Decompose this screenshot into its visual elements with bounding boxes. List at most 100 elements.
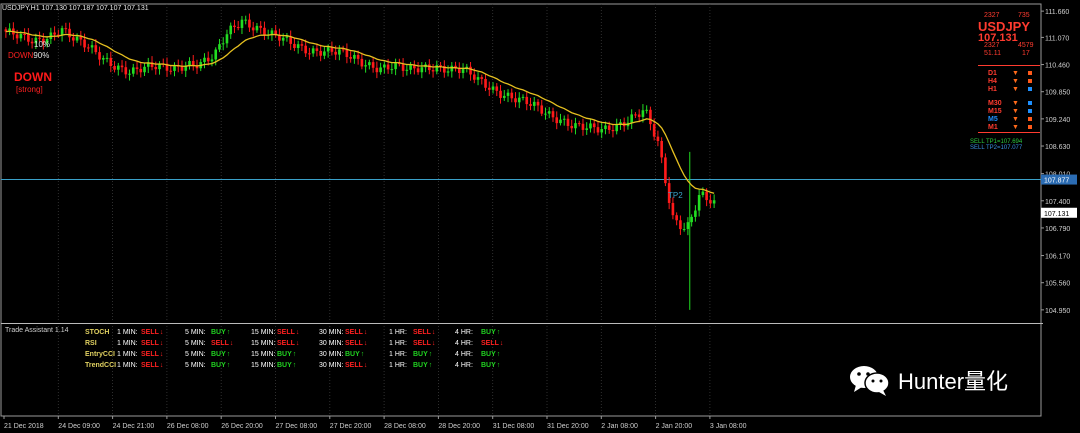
timeframe-label: 1 MIN: (117, 362, 138, 369)
signal-summary: 2327 735 USDJPY 107.131 2327 4579 51.11 … (970, 12, 1040, 151)
down-arrow-icon: ↓ (295, 340, 300, 347)
watermark: Hunter量化 (848, 360, 1048, 400)
tf-row-h1: H1 ▼ (988, 86, 1040, 94)
candle-body (664, 157, 667, 184)
signal-buy: BUY↑ (481, 362, 501, 369)
mid-num-left: 2327 (984, 42, 1000, 49)
timeframe-label: 15 MIN: (251, 362, 276, 369)
candle-body (630, 114, 633, 123)
sell-tp2: SELL TP2=107.077 (970, 145, 1023, 151)
y-tick-label: 109.240 (1045, 117, 1070, 124)
tp-label: TP2 (668, 191, 683, 200)
candle-body (116, 65, 120, 70)
candle-body (547, 111, 551, 114)
candle-body (679, 220, 682, 230)
candle-body (323, 51, 326, 56)
candle-body (221, 43, 225, 45)
down-arrow-icon: ↓ (159, 362, 164, 369)
down-arrow-icon: ▼ (1012, 108, 1019, 115)
candle-body (705, 191, 708, 201)
tf-row-m30: M30 ▼ (988, 100, 1040, 108)
timeframe-label: 4 HR: (455, 351, 473, 358)
up-arrow-icon: ↑ (226, 351, 231, 358)
tf-row-d1: D1 ▼ (988, 70, 1040, 78)
timeframe-label: 1 MIN: (117, 340, 138, 347)
tf-status-box (1028, 117, 1032, 121)
candle-body (319, 50, 322, 56)
direction-label: DOWN (14, 70, 52, 84)
candle-body (281, 37, 285, 41)
candle-body (75, 36, 79, 41)
candle-body (109, 57, 113, 67)
candle-body (682, 229, 686, 231)
candle-body (405, 69, 409, 71)
candle-body (649, 109, 652, 125)
y-tick-label: 104.950 (1045, 308, 1070, 315)
candle-body (502, 95, 506, 98)
down-arrow-icon: ↓ (363, 362, 368, 369)
x-tick-label: 28 Dec 20:00 (438, 423, 480, 430)
signal-sell: SELL↓ (481, 340, 504, 347)
candle-body (206, 57, 210, 62)
candle-body (240, 19, 244, 28)
x-tick-label: 2 Jan 08:00 (601, 423, 638, 430)
candle-body (611, 129, 615, 132)
x-tick-label: 27 Dec 20:00 (330, 423, 372, 430)
x-tick-label: 31 Dec 20:00 (547, 423, 589, 430)
timeframe-label: 5 MIN: (185, 351, 206, 358)
candle-body (341, 49, 345, 51)
candle-body (353, 54, 356, 59)
candle-body (124, 67, 128, 75)
candle-body (585, 128, 589, 130)
top-nums: 2327 735 (978, 12, 1038, 20)
candle-body (131, 67, 135, 74)
moving-average-line (5, 30, 715, 194)
candle-body (94, 45, 98, 53)
candle-body (495, 86, 499, 91)
candle-body (23, 33, 26, 35)
tf-status-box (1028, 71, 1032, 75)
down-arrow-icon: ↓ (159, 351, 164, 358)
candle-body (180, 66, 184, 71)
candle-body (210, 59, 214, 62)
timeframe-label: 15 MIN: (251, 340, 276, 347)
candle-body (446, 71, 450, 73)
candle-body (236, 27, 240, 29)
timeframe-label: 30 MIN: (319, 340, 344, 347)
candle-body (660, 141, 663, 158)
candle-body (615, 124, 619, 132)
tf-status-box (1028, 79, 1032, 83)
candle-body (652, 124, 656, 137)
signal-buy: BUY↑ (345, 351, 365, 358)
candle-body (72, 37, 75, 41)
candle-body (671, 202, 675, 216)
candle-body (225, 34, 229, 44)
tf-label: M30 (988, 100, 1002, 107)
candle-body (371, 62, 375, 68)
candle-body (491, 86, 495, 90)
signal-buy: BUY↑ (413, 362, 433, 369)
timeframe-label: 1 HR: (389, 362, 407, 369)
signal-sell: SELL↓ (141, 351, 164, 358)
candle-body (364, 65, 367, 67)
y-tick-label: 111.070 (1045, 35, 1069, 42)
candle-body (191, 61, 195, 66)
candle-body (600, 129, 604, 133)
tf-label: M15 (988, 108, 1002, 115)
tf-row-m1: M1 ▼ (988, 124, 1040, 132)
timeframe-label: 30 MIN: (319, 351, 344, 358)
down-arrow-icon: ↓ (295, 329, 300, 336)
strength-label: [strong] (16, 85, 43, 94)
tf-status-box (1028, 125, 1032, 129)
signal-sell: SELL↓ (345, 362, 368, 369)
y-tick-label: 106.790 (1045, 226, 1070, 233)
x-tick-label: 24 Dec 09:00 (58, 423, 100, 430)
timeframe-label: 5 MIN: (185, 340, 206, 347)
candle-body (68, 28, 71, 38)
indicator-name: TrendCCI (85, 362, 117, 369)
candle-body (229, 25, 233, 35)
candle-body (248, 19, 251, 28)
candle-body (203, 57, 206, 63)
candle-body (308, 53, 311, 55)
mid-num-right: 4579 (1018, 42, 1034, 49)
